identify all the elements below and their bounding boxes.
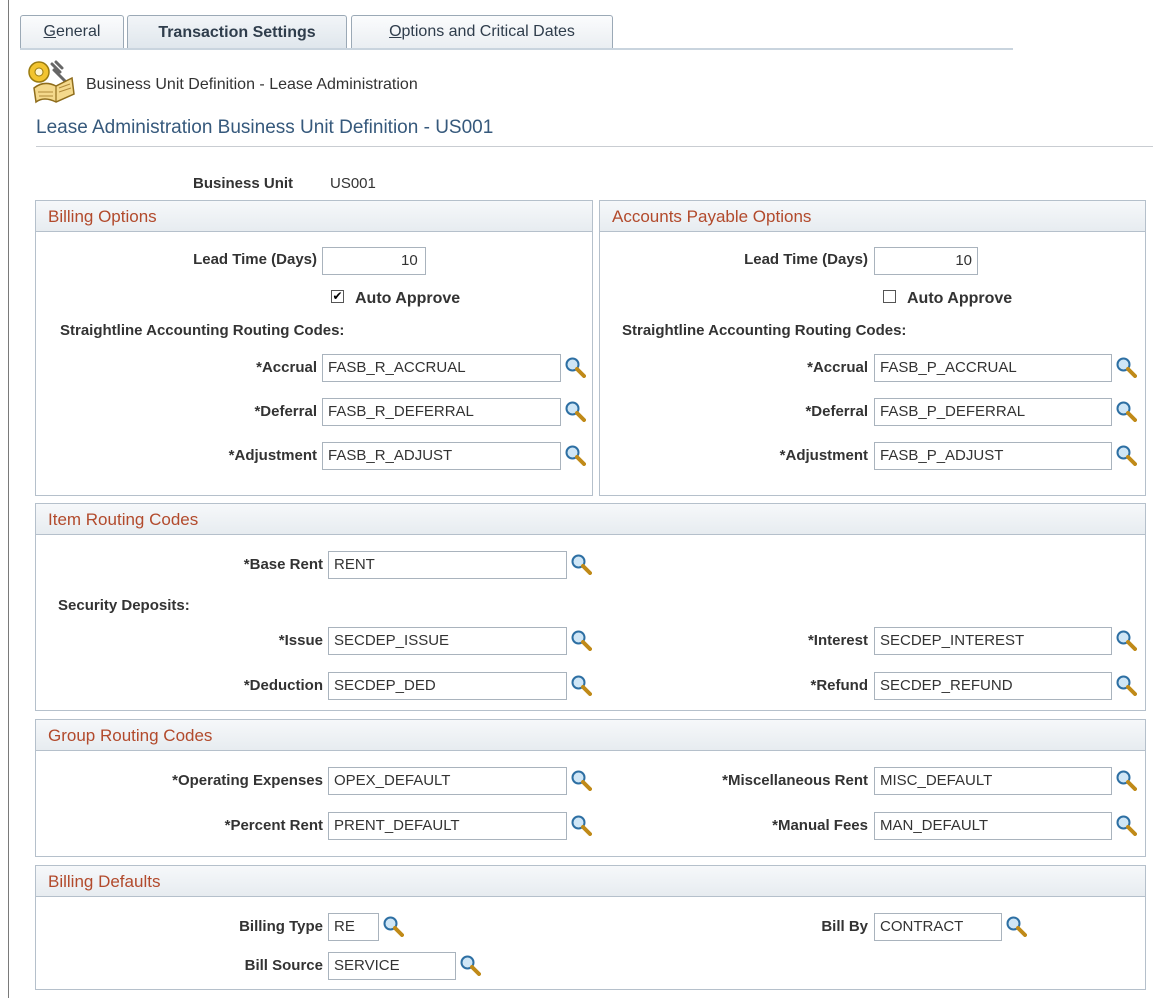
billing-type-label: Billing Type — [239, 918, 323, 935]
tab-general-label: eneral — [55, 23, 101, 40]
interest-label: *Interest — [807, 632, 868, 649]
billing-deferral-input[interactable]: FASB_R_DEFERRAL — [322, 398, 561, 426]
tab-underline — [20, 48, 1013, 50]
magnifier-icon[interactable] — [382, 915, 404, 937]
business-unit-label: Business Unit — [193, 175, 294, 192]
billing-adjustment-input[interactable]: FASB_R_ADJUST — [322, 442, 561, 470]
base-rent-input[interactable]: RENT — [328, 551, 567, 579]
billing-accrual-label: *Accrual — [256, 359, 317, 376]
ap-lead-time-label: Lead Time (Days) — [744, 251, 868, 268]
bill-source-label: Bill Source — [244, 957, 323, 974]
billing-options-header: Billing Options — [36, 201, 592, 232]
magnifier-icon[interactable] — [570, 674, 592, 696]
magnifier-icon[interactable] — [1115, 769, 1137, 791]
ap-accrual-label: *Accrual — [807, 359, 868, 376]
interest-input[interactable]: SECDEP_INTEREST — [874, 627, 1112, 655]
misc-rent-input[interactable]: MISC_DEFAULT — [874, 767, 1112, 795]
billing-straightline-label: Straightline Accounting Routing Codes: — [60, 322, 345, 339]
tab-transaction-settings[interactable]: Transaction Settings — [127, 15, 347, 49]
billing-type-input[interactable]: RE — [328, 913, 379, 941]
item-routing-header: Item Routing Codes — [36, 504, 1145, 535]
percent-rent-label: *Percent Rent — [224, 817, 323, 834]
magnifier-icon[interactable] — [1115, 356, 1137, 378]
billing-lead-time-input[interactable]: 10 — [322, 247, 426, 275]
bill-source-input[interactable]: SERVICE — [328, 952, 456, 980]
misc-rent-label: *Miscellaneous Rent — [722, 772, 868, 789]
ap-auto-approve-label: Auto Approve — [907, 290, 1013, 307]
page-title: Lease Administration Business Unit Defin… — [36, 117, 494, 138]
refund-input[interactable]: SECDEP_REFUND — [874, 672, 1112, 700]
issue-label: *Issue — [278, 632, 323, 649]
opex-label: *Operating Expenses — [172, 772, 323, 789]
magnifier-icon[interactable] — [570, 629, 592, 651]
ap-accrual-input[interactable]: FASB_P_ACCRUAL — [874, 354, 1112, 382]
ap-deferral-input[interactable]: FASB_P_DEFERRAL — [874, 398, 1112, 426]
security-deposits-label: Security Deposits: — [58, 597, 190, 614]
magnifier-icon[interactable] — [564, 356, 586, 378]
ap-deferral-label: *Deferral — [805, 403, 868, 420]
deduction-label: *Deduction — [243, 677, 323, 694]
magnifier-icon[interactable] — [1005, 915, 1027, 937]
issue-input[interactable]: SECDEP_ISSUE — [328, 627, 567, 655]
billing-accrual-input[interactable]: FASB_R_ACCRUAL — [322, 354, 561, 382]
manual-fees-input[interactable]: MAN_DEFAULT — [874, 812, 1112, 840]
opex-input[interactable]: OPEX_DEFAULT — [328, 767, 567, 795]
magnifier-icon[interactable] — [1115, 814, 1137, 836]
billing-adjustment-label: *Adjustment — [228, 447, 317, 464]
page-left-border — [8, 0, 9, 998]
title-divider — [36, 146, 1153, 147]
ap-options-header: Accounts Payable Options — [600, 201, 1145, 232]
ap-lead-time-input[interactable]: 10 — [874, 247, 978, 275]
magnifier-icon[interactable] — [564, 444, 586, 466]
magnifier-icon[interactable] — [1115, 444, 1137, 466]
magnifier-icon[interactable] — [570, 814, 592, 836]
tab-options-accel: O — [389, 23, 402, 40]
billing-auto-approve-checkbox[interactable]: ✔ — [331, 290, 344, 303]
billing-deferral-label: *Deferral — [254, 403, 317, 420]
ap-adjustment-input[interactable]: FASB_P_ADJUST — [874, 442, 1112, 470]
magnifier-icon[interactable] — [459, 954, 481, 976]
magnifier-icon[interactable] — [1115, 629, 1137, 651]
breadcrumb: Business Unit Definition - Lease Adminis… — [86, 76, 418, 93]
tab-general-accel: G — [43, 23, 56, 40]
base-rent-label: *Base Rent — [243, 556, 323, 573]
magnifier-icon[interactable] — [1115, 674, 1137, 696]
magnifier-icon[interactable] — [570, 553, 592, 575]
magnifier-icon[interactable] — [1115, 400, 1137, 422]
tab-general[interactable]: General — [20, 15, 124, 48]
bill-by-input[interactable]: CONTRACT — [874, 913, 1002, 941]
group-routing-header: Group Routing Codes — [36, 720, 1145, 751]
ap-auto-approve-checkbox[interactable] — [883, 290, 896, 303]
deduction-input[interactable]: SECDEP_DED — [328, 672, 567, 700]
book-gear-icon — [28, 60, 75, 104]
percent-rent-input[interactable]: PRENT_DEFAULT — [328, 812, 567, 840]
manual-fees-label: *Manual Fees — [772, 817, 868, 834]
billing-auto-approve-label: Auto Approve — [355, 290, 461, 307]
billing-lead-time-label: Lead Time (Days) — [193, 251, 317, 268]
billing-defaults-header: Billing Defaults — [36, 866, 1145, 897]
tab-options-critical-dates[interactable]: Options and Critical Dates — [351, 15, 613, 48]
tab-transaction-settings-label: Transaction Settings — [158, 23, 316, 41]
ap-straightline-label: Straightline Accounting Routing Codes: — [622, 322, 907, 339]
business-unit-value: US001 — [330, 175, 376, 192]
magnifier-icon[interactable] — [570, 769, 592, 791]
bill-by-label: Bill By — [821, 918, 868, 935]
refund-label: *Refund — [810, 677, 869, 694]
ap-adjustment-label: *Adjustment — [779, 447, 868, 464]
tab-options-label: ptions and Critical Dates — [401, 23, 575, 40]
magnifier-icon[interactable] — [564, 400, 586, 422]
